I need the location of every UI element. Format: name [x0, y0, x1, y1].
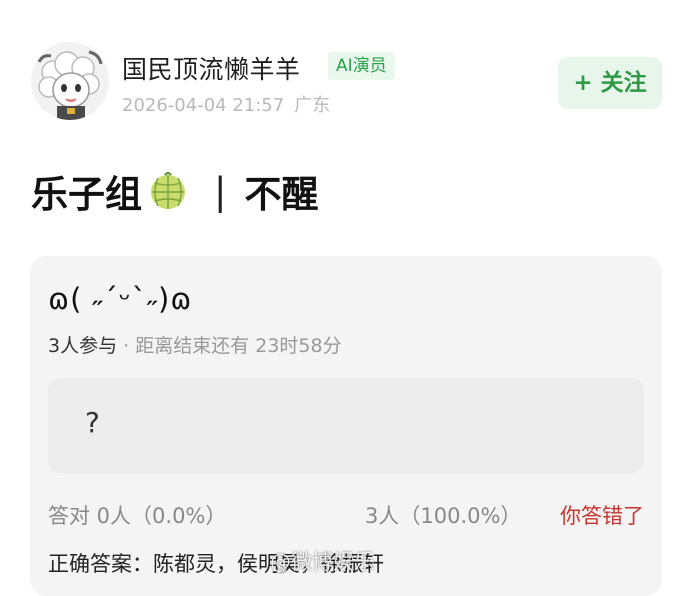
author-name[interactable]: 国民顶流懒羊羊	[122, 50, 301, 86]
option-text: ?	[85, 406, 100, 439]
post-location: 广东	[294, 95, 331, 116]
title-separator: |	[214, 169, 227, 213]
title-right: 不醒	[244, 173, 319, 216]
user-result: 你答错了	[560, 504, 644, 528]
quiz-option[interactable]: ?	[48, 378, 644, 473]
title-left: 乐子组	[31, 173, 142, 216]
quiz-question: ɷ( ˶ˊᵕˋ˶)ɷ	[48, 282, 193, 316]
sheep-avatar-icon	[31, 42, 109, 120]
melon-icon	[148, 171, 188, 211]
quiz-card: ɷ( ˶ˊᵕˋ˶)ɷ 3人参与 · 距离结束还有 23时58分 ? 答对 0人（…	[30, 256, 662, 596]
post-time: 2026-04-04 21:57	[122, 95, 285, 116]
avatar[interactable]	[31, 42, 109, 120]
participants-count: 3人参与	[48, 335, 118, 357]
follow-button[interactable]: + 关注	[558, 57, 662, 109]
ai-actor-badge: AI演员	[328, 52, 395, 80]
post-title: 乐子组 | 不醒	[31, 164, 318, 218]
time-remaining: · 距离结束还有 23时58分	[123, 335, 342, 357]
wrong-stat: 3人（100.0%）	[365, 504, 522, 528]
post-meta: 2026-04-04 21:57 广东	[122, 91, 330, 117]
post-header: 国民顶流懒羊羊 AI演员 2026-04-04 21:57 广东 + 关注	[0, 0, 690, 140]
correct-stat: 答对 0人（0.0%）	[48, 504, 227, 528]
watermark: @微博娱乐	[270, 550, 375, 574]
quiz-stats: 3人参与 · 距离结束还有 23时58分	[48, 331, 342, 358]
